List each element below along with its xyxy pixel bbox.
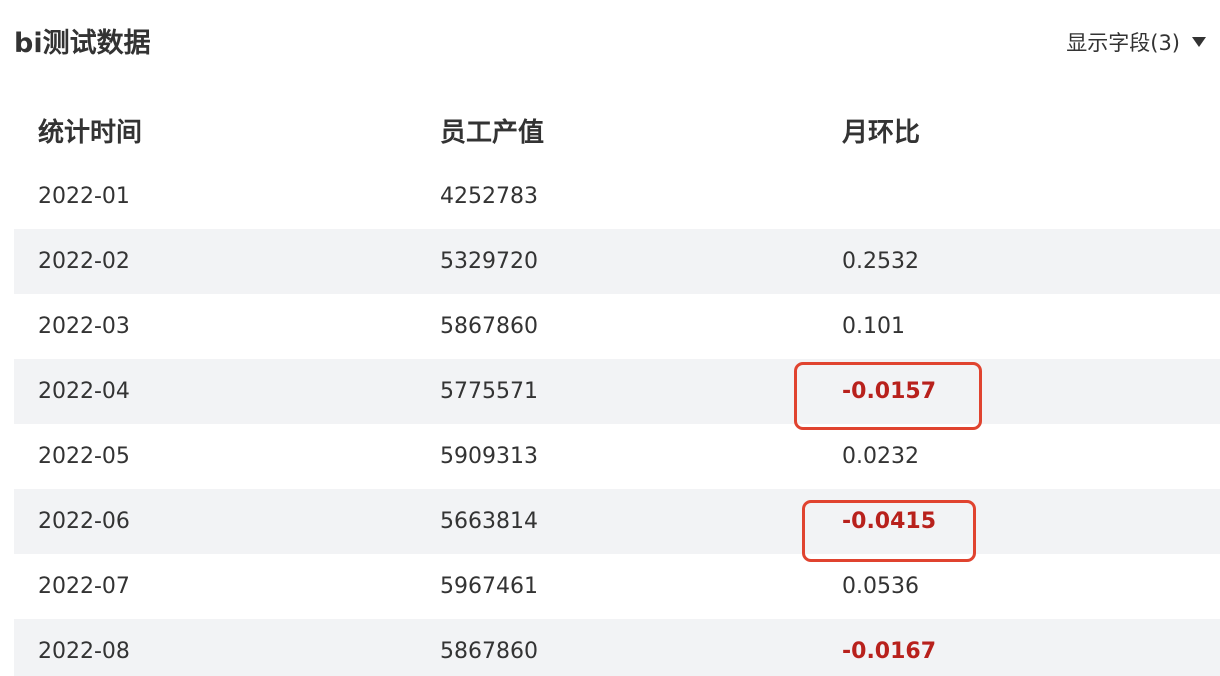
cell-mom-negative: -0.0167 — [842, 639, 937, 664]
cell-date: 2022-08 — [38, 639, 130, 664]
cell-mom-negative: -0.0157 — [842, 379, 937, 404]
table-row: 2022-03 5867860 0.101 — [14, 294, 1220, 359]
table-row: 2022-04 5775571 -0.0157 — [14, 359, 1220, 424]
cell-output: 5775571 — [440, 379, 538, 404]
data-table: 统计时间 员工产值 月环比 2022-01 4252783 2022-02 53… — [14, 96, 1220, 676]
table-row: 2022-08 5867860 -0.0167 — [14, 619, 1220, 676]
table-row: 2022-02 5329720 0.2532 — [14, 229, 1220, 294]
column-header-output[interactable]: 员工产值 — [440, 112, 544, 149]
table-header-row: 统计时间 员工产值 月环比 — [14, 96, 1220, 164]
cell-mom-negative: -0.0415 — [842, 509, 937, 534]
cell-mom: 0.0232 — [842, 444, 919, 469]
page-title: bi测试数据 — [14, 28, 151, 59]
display-fields-label: 显示字段(3) — [1066, 31, 1180, 55]
cell-date: 2022-01 — [38, 184, 130, 209]
table-row: 2022-05 5909313 0.0232 — [14, 424, 1220, 489]
cell-output: 5867860 — [440, 314, 538, 339]
cell-date: 2022-02 — [38, 249, 130, 274]
cell-output: 5663814 — [440, 509, 538, 534]
cell-date: 2022-04 — [38, 379, 130, 404]
cell-date: 2022-03 — [38, 314, 130, 339]
cell-output: 5909313 — [440, 444, 538, 469]
cell-output: 5967461 — [440, 574, 538, 599]
cell-output: 5329720 — [440, 249, 538, 274]
display-fields-dropdown[interactable]: 显示字段(3) — [1066, 26, 1206, 58]
cell-date: 2022-05 — [38, 444, 130, 469]
cell-mom: 0.101 — [842, 314, 905, 339]
column-header-date[interactable]: 统计时间 — [38, 112, 142, 149]
table-row: 2022-06 5663814 -0.0415 — [14, 489, 1220, 554]
cell-date: 2022-06 — [38, 509, 130, 534]
table-row: 2022-07 5967461 0.0536 — [14, 554, 1220, 619]
cell-date: 2022-07 — [38, 574, 130, 599]
page: bi测试数据 显示字段(3) 统计时间 员工产值 月环比 2022-01 425… — [0, 0, 1220, 676]
table-row: 2022-01 4252783 — [14, 164, 1220, 229]
cell-mom: 0.2532 — [842, 249, 919, 274]
column-header-mom[interactable]: 月环比 — [842, 112, 920, 149]
cell-output: 4252783 — [440, 184, 538, 209]
cell-mom: 0.0536 — [842, 574, 919, 599]
cell-output: 5867860 — [440, 639, 538, 664]
caret-down-icon — [1192, 37, 1206, 47]
